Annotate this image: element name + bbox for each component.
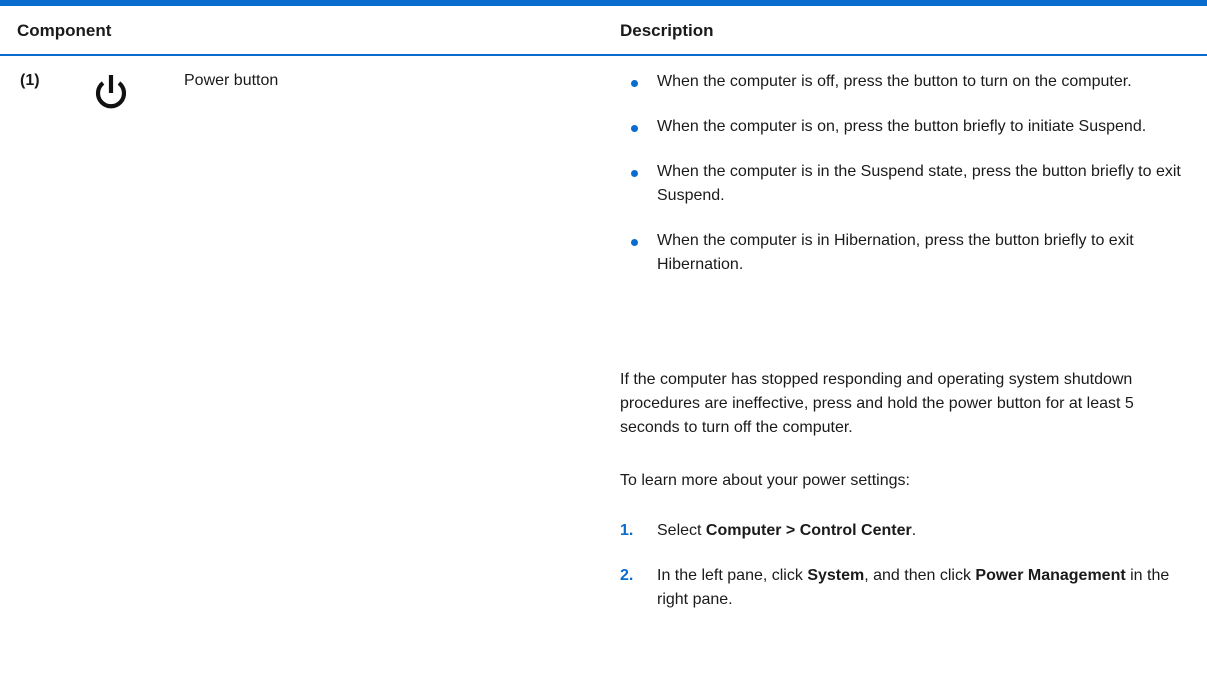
header-rule	[0, 54, 1207, 56]
bullet-icon	[631, 170, 638, 177]
bullet-icon	[631, 239, 638, 246]
step-item: 2. In the left pane, click System, and t…	[620, 564, 1190, 612]
bullet-text: When the computer is in Hibernation, pre…	[657, 232, 1134, 273]
description-bullet-list: When the computer is off, press the butt…	[620, 70, 1190, 298]
step-item: 1. Select Computer > Control Center.	[620, 519, 1190, 543]
list-item: When the computer is in Hibernation, pre…	[620, 229, 1190, 277]
bullet-icon	[631, 125, 638, 132]
list-item: When the computer is in the Suspend stat…	[620, 160, 1190, 208]
unresponsive-note: If the computer has stopped responding a…	[620, 371, 1134, 436]
bullet-text: When the computer is off, press the butt…	[657, 73, 1132, 90]
step-text-post: .	[911, 522, 917, 539]
header-description: Description	[620, 21, 714, 40]
step-power-management-label: Power Management	[975, 567, 1126, 584]
list-item: When the computer is off, press the butt…	[620, 70, 1190, 94]
component-name: Power button	[184, 72, 279, 89]
row-number: (1)	[20, 72, 40, 89]
bullet-text: When the computer is on, press the butto…	[657, 118, 1147, 135]
power-icon	[95, 75, 127, 109]
list-item: When the computer is on, press the butto…	[620, 115, 1190, 139]
header-component: Component	[17, 21, 112, 40]
learn-more-intro: To learn more about your power settings:	[620, 472, 910, 489]
step-number: 2.	[620, 567, 634, 584]
bullet-text: When the computer is in the Suspend stat…	[657, 163, 1181, 204]
step-text-pre: Select	[657, 522, 706, 539]
table-top-rule	[0, 0, 1207, 6]
step-text-mid: , and then click	[864, 567, 976, 584]
bullet-icon	[631, 80, 638, 87]
steps-list: 1. Select Computer > Control Center. 2. …	[620, 519, 1190, 633]
step-number: 1.	[620, 522, 634, 539]
step-menu-path: Computer > Control Center	[705, 522, 912, 539]
step-text-pre: In the left pane, click	[657, 567, 808, 584]
step-system-label: System	[807, 567, 865, 584]
